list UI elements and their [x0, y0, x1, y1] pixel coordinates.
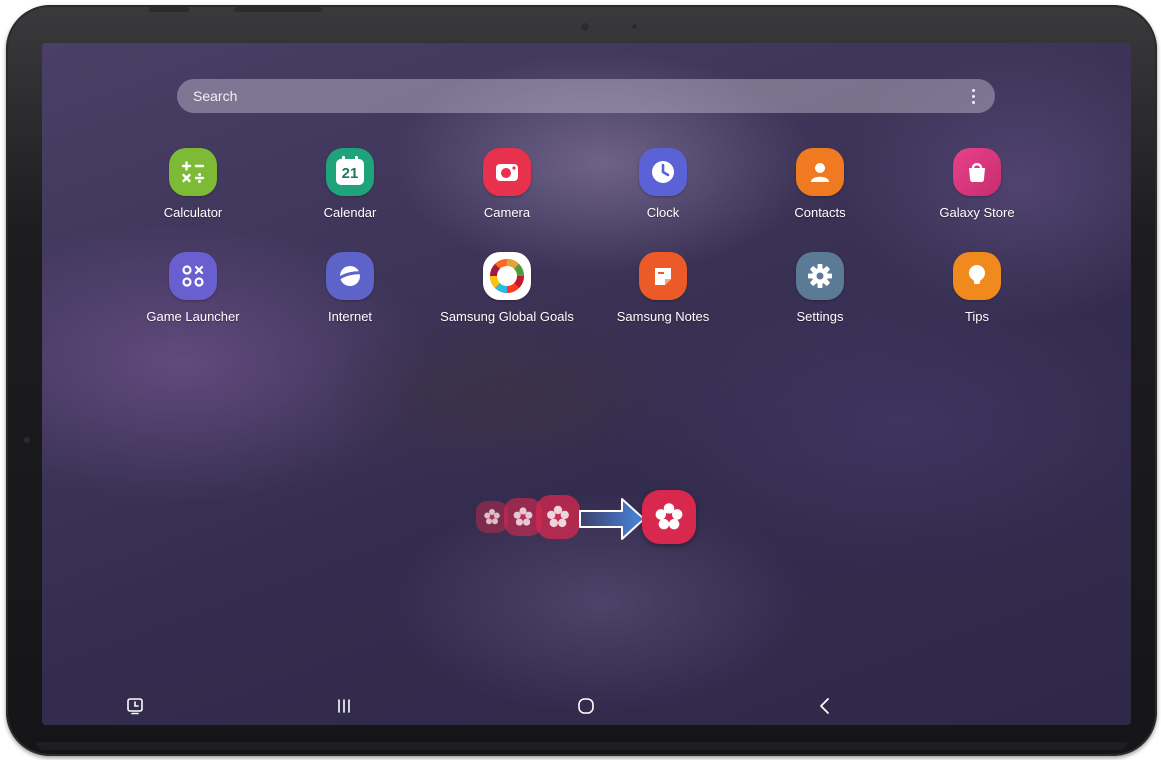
- app-calculator[interactable]: Calculator: [118, 148, 268, 220]
- recent-apps-icon[interactable]: [331, 693, 357, 719]
- hardware-button: [149, 7, 189, 12]
- back-icon[interactable]: [812, 693, 838, 719]
- hardware-button: [234, 7, 322, 12]
- clock-icon: [639, 148, 687, 196]
- apps-screen: Search Calculator 21 Calendar Camera Clo…: [42, 43, 1131, 725]
- camera-icon: [483, 148, 531, 196]
- app-galaxy-store[interactable]: Galaxy Store: [902, 148, 1052, 220]
- sensor: [632, 24, 637, 29]
- app-samsung-notes[interactable]: Samsung Notes: [588, 252, 738, 324]
- app-label: Calculator: [163, 205, 223, 220]
- app-label: Clock: [646, 205, 680, 220]
- more-vert-icon[interactable]: [965, 86, 981, 106]
- global-goals-icon: [483, 252, 531, 300]
- calendar-icon: 21: [326, 148, 374, 196]
- app-calendar[interactable]: 21 Calendar: [275, 148, 425, 220]
- search-bar[interactable]: Search: [177, 79, 995, 113]
- galaxy-store-icon: [953, 148, 1001, 196]
- app-label: Settings: [796, 309, 844, 324]
- app-label: Samsung Notes: [616, 309, 710, 324]
- app-label: Game Launcher: [146, 309, 240, 324]
- app-label: Calendar: [323, 205, 377, 220]
- app-samsung-global-goals[interactable]: Samsung Global Goals: [432, 252, 582, 324]
- side-sensor: [24, 437, 30, 443]
- calculator-icon: [169, 148, 217, 196]
- app-clock[interactable]: Clock: [588, 148, 738, 220]
- app-camera[interactable]: Camera: [432, 148, 582, 220]
- app-contacts[interactable]: Contacts: [745, 148, 895, 220]
- calendar-date: 21: [341, 164, 359, 182]
- arrow-right-icon: [579, 498, 645, 540]
- app-label: Galaxy Store: [939, 205, 1015, 220]
- game-launcher-icon: [169, 252, 217, 300]
- calendar-page: 21: [336, 156, 364, 185]
- app-settings[interactable]: Settings: [745, 252, 895, 324]
- app-label: Samsung Global Goals: [440, 309, 574, 324]
- app-label: Internet: [327, 309, 373, 324]
- search-placeholder: Search: [193, 88, 238, 104]
- app-game-launcher[interactable]: Game Launcher: [118, 252, 268, 324]
- app-label: Tips: [964, 309, 990, 324]
- app-label: Contacts: [794, 205, 846, 220]
- front-camera: [581, 23, 589, 31]
- samsung-notes-icon: [639, 252, 687, 300]
- screenshot-icon[interactable]: [122, 693, 148, 719]
- app-label: Camera: [483, 205, 531, 220]
- flower-app-icon: [536, 495, 580, 539]
- home-icon[interactable]: [573, 693, 599, 719]
- flower-app-icon: [642, 490, 696, 544]
- internet-icon: [326, 252, 374, 300]
- app-tips[interactable]: Tips: [902, 252, 1052, 324]
- tips-icon: [953, 252, 1001, 300]
- app-internet[interactable]: Internet: [275, 252, 425, 324]
- settings-icon: [796, 252, 844, 300]
- contacts-icon: [796, 148, 844, 196]
